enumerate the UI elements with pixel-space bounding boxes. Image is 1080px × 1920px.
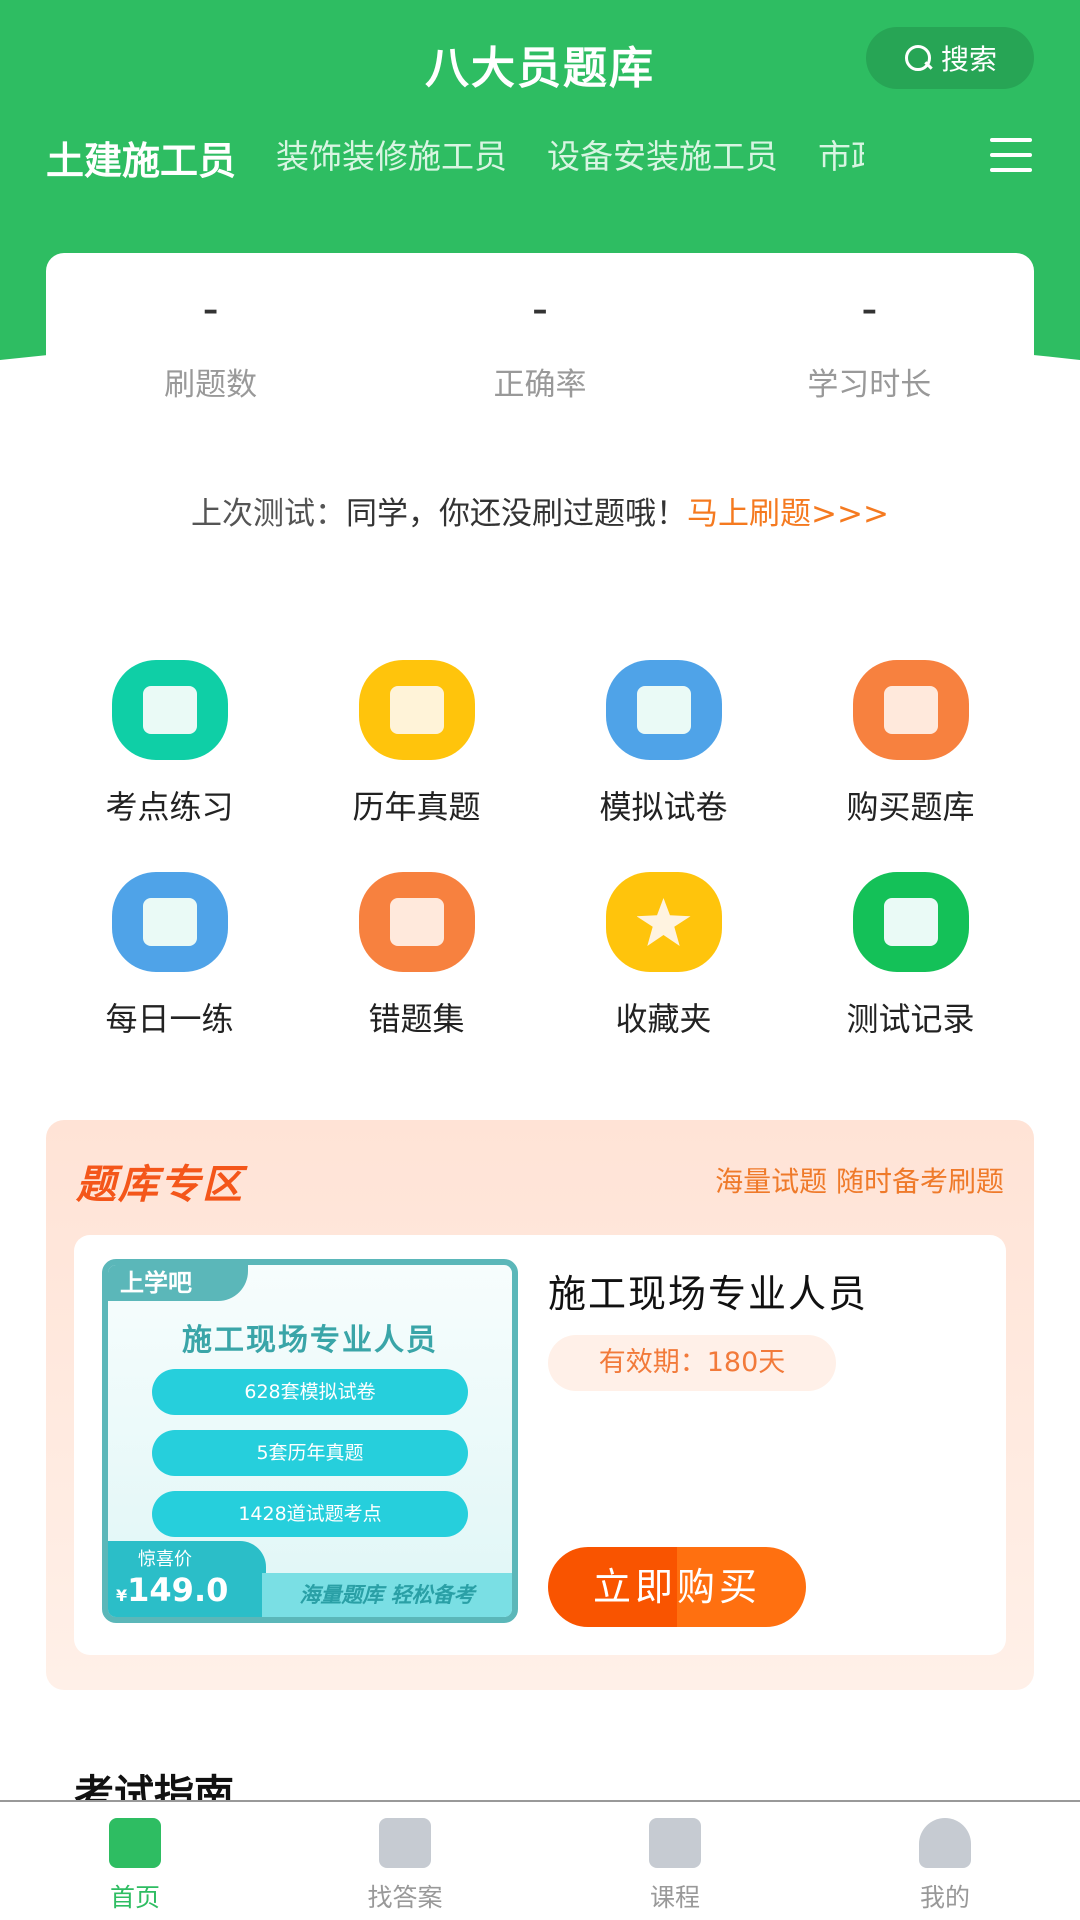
stat-label: 学习时长: [807, 367, 932, 403]
grid-item-label: 历年真题: [352, 788, 481, 826]
bottom-tab-bar: 首页 找答案 课程 我的: [0, 1800, 1080, 1920]
price: ¥149.0: [116, 1571, 266, 1609]
grid-item-label: 收藏夹: [615, 1000, 712, 1038]
tabbar-label: 首页: [109, 1883, 160, 1912]
menu-icon[interactable]: [990, 138, 1032, 172]
tabbar-mine[interactable]: 我的: [810, 1802, 1080, 1920]
document-icon: [852, 872, 969, 972]
star-board-icon: [111, 660, 228, 760]
tabbar-home[interactable]: 首页: [0, 1802, 270, 1920]
grid-item-label: 购买题库: [846, 788, 975, 826]
home-doc-icon: [109, 1818, 161, 1868]
last-test-message: 同学，你还没刷过题哦！: [346, 496, 688, 532]
grid-item-past-exams[interactable]: 历年真题: [293, 660, 540, 828]
grid-item-wrong-questions[interactable]: 错题集: [293, 872, 540, 1040]
price-value: 149.0: [127, 1571, 229, 1609]
stat-label: 刷题数: [164, 367, 258, 403]
tab-municipal[interactable]: 市政施工员: [818, 130, 864, 178]
play-icon: [649, 1818, 701, 1868]
cover-title: 施工现场专业人员: [182, 1323, 438, 1358]
stat-accuracy: – 正确率: [375, 253, 704, 433]
stat-value: –: [532, 293, 548, 328]
validity-badge: 有效期：180天: [548, 1335, 836, 1391]
search-button[interactable]: 搜索: [866, 27, 1034, 89]
category-tabs: 土建施工员 装饰装修施工员 设备安装施工员 市政施工员: [46, 130, 1080, 200]
price-box: 惊喜价 ¥149.0: [108, 1541, 266, 1617]
stat-value: –: [203, 293, 219, 328]
stat-value: –: [861, 293, 877, 328]
zone-title: 题库专区: [76, 1162, 244, 1208]
user-icon: [919, 1818, 971, 1868]
last-test-prefix: 上次测试：: [191, 496, 347, 532]
wrong-doc-icon: [358, 872, 475, 972]
feature-pill: 5套历年真题: [152, 1430, 468, 1476]
calendar-list-icon: [358, 660, 475, 760]
feature-pill: 1428道试题考点: [152, 1491, 468, 1537]
tabbar-label: 找答案: [367, 1883, 443, 1912]
tabbar-courses[interactable]: 课程: [540, 1802, 810, 1920]
product-card[interactable]: 上学吧 施工现场专业人员 628套模拟试卷 5套历年真题 1428道试题考点 惊…: [74, 1235, 1006, 1655]
grid-item-label: 模拟试卷: [599, 788, 728, 826]
search-label: 搜索: [940, 43, 997, 76]
tabbar-find-answers[interactable]: 找答案: [270, 1802, 540, 1920]
grid-item-label: 测试记录: [846, 1000, 975, 1038]
search-answer-icon: [379, 1818, 431, 1868]
stat-study-time: – 学习时长: [705, 253, 1034, 433]
calendar-check-icon: [111, 872, 228, 972]
question-bank-zone: 题库专区 海量试题 随时备考刷题 上学吧 施工现场专业人员 628套模拟试卷 5…: [46, 1120, 1034, 1690]
grid-item-label: 每日一练: [105, 1000, 234, 1038]
stats-card: – 刷题数 – 正确率 – 学习时长: [46, 253, 1034, 433]
start-practice-link[interactable]: 马上刷题>>>: [687, 496, 889, 532]
grid-item-label: 错题集: [368, 1000, 465, 1038]
grid-item-favorites[interactable]: 收藏夹: [540, 872, 787, 1040]
grid-item-mock-exams[interactable]: 模拟试卷: [540, 660, 787, 828]
cart-icon: [852, 660, 969, 760]
zone-subtitle: 海量试题 随时备考刷题: [715, 1165, 1004, 1198]
tab-equipment[interactable]: 设备安装施工员: [547, 130, 778, 178]
grid-item-test-records[interactable]: 测试记录: [787, 872, 1034, 1040]
feature-grid: 考点练习 历年真题 模拟试卷 购买题库 每日一练 错题集 收藏夹 测试记录: [46, 660, 1034, 1040]
price-label: 惊喜价: [138, 1549, 192, 1570]
grid-item-label: 考点练习: [105, 788, 234, 826]
grid-item-daily-practice[interactable]: 每日一练: [46, 872, 293, 1040]
star-icon: [605, 872, 722, 972]
last-test-banner: 上次测试：同学，你还没刷过题哦！马上刷题>>>: [0, 488, 1080, 533]
product-cover[interactable]: 上学吧 施工现场专业人员 628套模拟试卷 5套历年真题 1428道试题考点 惊…: [102, 1259, 518, 1623]
tabbar-label: 我的: [919, 1883, 970, 1912]
cover-slogan: 海量题库 轻松备考: [262, 1573, 512, 1617]
chart-board-icon: [605, 660, 722, 760]
product-title: 施工现场专业人员: [548, 1272, 869, 1316]
grid-item-buy-bank[interactable]: 购买题库: [787, 660, 1034, 828]
grid-item-keypoint-practice[interactable]: 考点练习: [46, 660, 293, 828]
tabbar-label: 课程: [649, 1883, 700, 1912]
stat-label: 正确率: [493, 367, 587, 403]
exam-guide-title: 考试指南: [74, 1772, 234, 1802]
search-icon: [903, 43, 933, 73]
feature-pill: 628套模拟试卷: [152, 1369, 468, 1415]
brand-logo: 上学吧: [108, 1265, 248, 1301]
stat-questions: – 刷题数: [46, 253, 375, 433]
currency: ¥: [116, 1586, 128, 1605]
tab-civil[interactable]: 土建施工员: [46, 130, 236, 185]
tab-decoration[interactable]: 装饰装修施工员: [276, 130, 507, 178]
buy-now-button[interactable]: 立即购买: [548, 1547, 806, 1627]
